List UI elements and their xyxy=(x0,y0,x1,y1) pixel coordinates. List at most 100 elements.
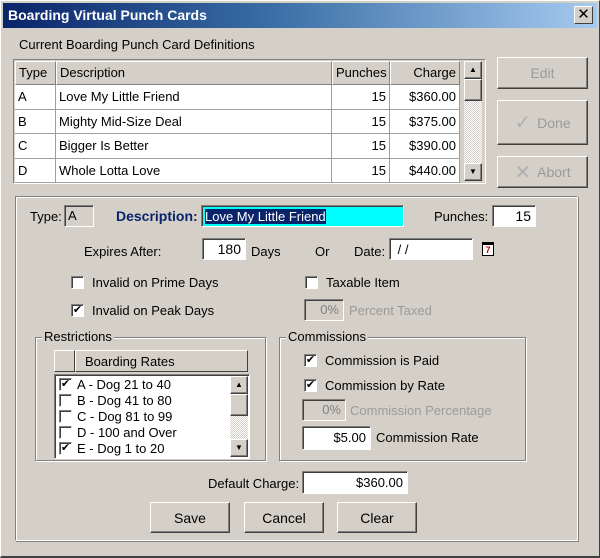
table-row[interactable]: B Mighty Mid-Size Deal 15 $375.00 xyxy=(15,109,460,134)
percent-taxed-value: 0% xyxy=(320,302,339,317)
clear-button[interactable]: Clear xyxy=(337,502,417,533)
rate-checkbox[interactable] xyxy=(59,426,72,439)
arrow-up-icon: ▲ xyxy=(469,65,477,74)
rate-checkbox[interactable] xyxy=(59,394,72,407)
scroll-thumb[interactable] xyxy=(230,394,248,416)
check-icon: ✔ xyxy=(72,304,83,316)
scroll-down-button[interactable]: ▼ xyxy=(464,163,482,181)
edit-button[interactable]: Edit xyxy=(497,57,588,89)
commission-percentage-value: 0% xyxy=(322,402,341,417)
grid-scrollbar[interactable]: ▲ ▼ xyxy=(464,61,482,181)
scroll-thumb[interactable] xyxy=(464,79,482,101)
rate-label: C - Dog 81 to 99 xyxy=(77,409,173,424)
invalid-peak-label: Invalid on Peak Days xyxy=(92,303,215,318)
check-icon: ✔ xyxy=(60,378,71,390)
cell-description: Bigger Is Better xyxy=(56,134,332,159)
commission-rate-value: $5.00 xyxy=(333,430,366,445)
scroll-up-button[interactable]: ▲ xyxy=(230,376,248,394)
abort-button[interactable]: ✕ Abort xyxy=(497,156,588,188)
taxable-label: Taxable Item xyxy=(326,275,400,290)
column-header-description[interactable]: Description xyxy=(56,61,332,85)
done-button[interactable]: ✓ Done xyxy=(497,100,588,145)
column-header-type[interactable]: Type xyxy=(15,61,56,85)
date-value: / / xyxy=(394,242,409,257)
boarding-rates-header: Boarding Rates xyxy=(85,354,175,369)
description-value: Love My Little Friend xyxy=(205,209,326,224)
rates-scrollbar[interactable]: ▲ ▼ xyxy=(230,376,248,457)
expires-after-label: Expires After: xyxy=(84,244,162,259)
cancel-button[interactable]: Cancel xyxy=(244,502,324,533)
definitions-grid: Type Description Punches Charge A Love M… xyxy=(13,59,486,184)
cancel-label: Cancel xyxy=(262,509,306,526)
cell-type: C xyxy=(15,134,56,159)
save-label: Save xyxy=(174,509,206,526)
expires-after-input[interactable]: 180 xyxy=(202,238,246,260)
check-icon: ✔ xyxy=(305,354,316,366)
check-icon: ✔ xyxy=(305,379,316,391)
abort-label: Abort xyxy=(537,164,571,180)
cell-description: Love My Little Friend xyxy=(56,85,332,110)
rate-checkbox[interactable] xyxy=(59,410,72,423)
punches-value: 15 xyxy=(515,208,531,224)
default-charge-value: $360.00 xyxy=(356,475,403,490)
rate-label: B - Dog 41 to 80 xyxy=(77,393,172,408)
restrictions-group: Restrictions Boarding Rates ✔ A - Dog 21… xyxy=(35,329,266,461)
days-label: Days xyxy=(251,244,281,259)
commission-by-rate-label: Commission by Rate xyxy=(325,378,445,393)
x-icon: ✕ xyxy=(514,161,532,184)
type-label: Type: xyxy=(30,209,62,224)
edit-panel: Type: A Description: Love My Little Frie… xyxy=(15,196,578,541)
commissions-group: Commissions ✔ Commission is Paid ✔ Commi… xyxy=(279,329,526,461)
commission-paid-checkbox[interactable]: ✔ xyxy=(304,354,317,367)
cell-punches: 15 xyxy=(332,134,390,159)
calendar-icon[interactable]: 7 xyxy=(482,242,494,256)
arrow-down-icon: ▼ xyxy=(235,443,243,452)
default-charge-input[interactable]: $360.00 xyxy=(302,471,408,494)
commission-rate-label: Commission Rate xyxy=(376,430,479,445)
rate-checkbox[interactable]: ✔ xyxy=(59,442,72,455)
cell-type: A xyxy=(15,85,56,110)
percent-taxed-label: Percent Taxed xyxy=(349,303,432,318)
rate-label: A - Dog 21 to 40 xyxy=(77,377,171,392)
commission-rate-input[interactable]: $5.00 xyxy=(302,426,371,450)
invalid-prime-checkbox[interactable] xyxy=(71,276,84,289)
scroll-down-button[interactable]: ▼ xyxy=(230,439,248,457)
cell-charge: $390.00 xyxy=(390,134,460,159)
expires-after-value: 180 xyxy=(217,241,241,257)
rates-header[interactable]: Boarding Rates xyxy=(75,350,248,372)
taxable-checkbox[interactable] xyxy=(305,276,318,289)
description-input[interactable]: Love My Little Friend xyxy=(201,205,404,227)
percent-taxed-input[interactable]: 0% xyxy=(304,299,344,321)
calendar-icon-glyph: 7 xyxy=(485,245,491,255)
punches-input[interactable]: 15 xyxy=(492,205,536,227)
table-row[interactable]: C Bigger Is Better 15 $390.00 xyxy=(15,134,460,159)
save-button[interactable]: Save xyxy=(150,502,230,533)
definitions-label: Current Boarding Punch Card Definitions xyxy=(19,37,255,52)
rate-checkbox[interactable]: ✔ xyxy=(59,378,72,391)
punch-cards-window: Boarding Virtual Punch Cards ✕ Current B… xyxy=(0,0,600,558)
table-row[interactable]: A Love My Little Friend 15 $360.00 xyxy=(15,85,460,110)
type-value: A xyxy=(68,208,77,223)
cell-type: B xyxy=(15,109,56,134)
scroll-up-button[interactable]: ▲ xyxy=(464,61,482,79)
arrow-down-icon: ▼ xyxy=(469,167,477,176)
rates-header-corner xyxy=(54,350,75,372)
cell-description: Mighty Mid-Size Deal xyxy=(56,109,332,134)
invalid-prime-label: Invalid on Prime Days xyxy=(92,275,219,290)
type-field: A xyxy=(64,205,94,227)
commission-paid-label: Commission is Paid xyxy=(325,353,440,368)
column-header-punches[interactable]: Punches xyxy=(332,61,390,85)
commission-by-rate-checkbox[interactable]: ✔ xyxy=(304,379,317,392)
description-label: Description: xyxy=(116,208,198,224)
cell-description: Whole Lotta Love xyxy=(56,158,332,183)
close-button[interactable]: ✕ xyxy=(574,6,593,24)
title-bar: Boarding Virtual Punch Cards ✕ xyxy=(3,3,597,28)
invalid-peak-checkbox[interactable]: ✔ xyxy=(71,304,84,317)
clear-label: Clear xyxy=(360,509,394,526)
default-charge-label: Default Charge: xyxy=(208,476,300,491)
date-input[interactable]: / / xyxy=(389,238,473,260)
commission-percentage-input[interactable]: 0% xyxy=(302,399,346,421)
grid-header: Type Description Punches Charge xyxy=(15,61,460,85)
table-row[interactable]: D Whole Lotta Love 15 $440.00 xyxy=(15,158,460,183)
column-header-charge[interactable]: Charge xyxy=(390,61,460,85)
